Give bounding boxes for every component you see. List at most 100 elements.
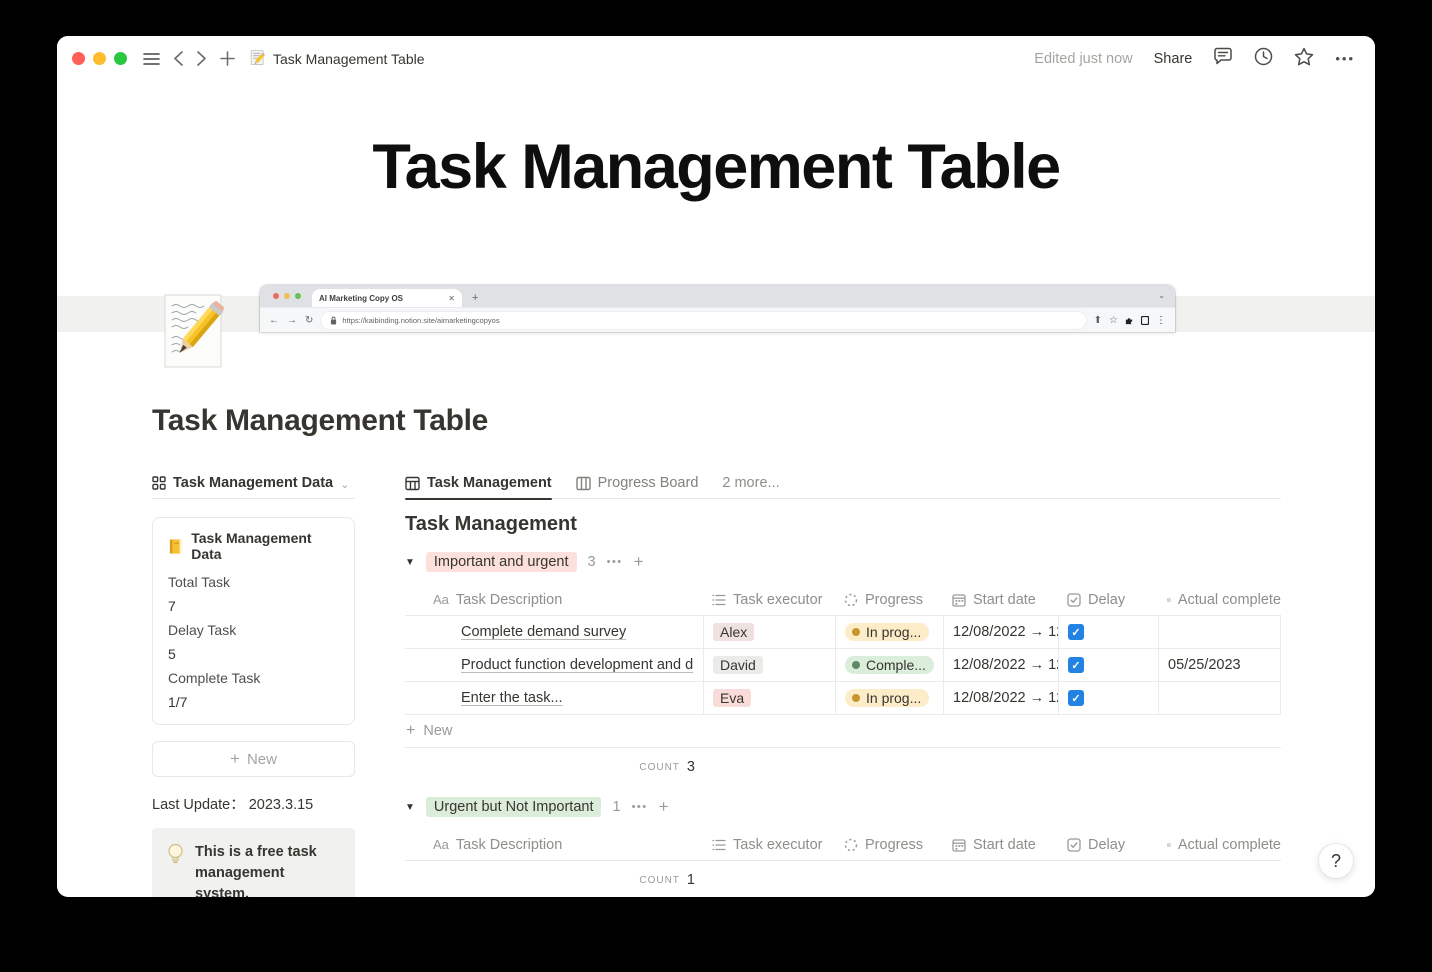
status-dot <box>852 661 860 669</box>
extension-icon <box>1125 317 1133 324</box>
count-row[interactable]: COUNT 1 <box>405 866 703 894</box>
group-options-icon[interactable]: ••• <box>607 556 623 568</box>
status-dot <box>852 694 860 702</box>
profile-icon <box>1141 315 1149 325</box>
browser-url: https://kaibinding.notion.site/aimarketi… <box>342 315 500 325</box>
window-controls <box>72 52 127 65</box>
start-date-value[interactable]: 12/08/2022 → 12 <box>943 682 1058 714</box>
breadcrumb[interactable]: Task Management Table <box>249 49 425 69</box>
tab-more-views[interactable]: 2 more... <box>722 468 779 499</box>
table-row[interactable]: Enter the task... Eva In prog... 12/08/2… <box>405 682 1281 715</box>
count-row[interactable]: COUNT 3 <box>405 753 703 781</box>
delay-checkbox-checked[interactable]: ✓ <box>1068 690 1084 706</box>
minimize-window-button[interactable] <box>93 52 106 65</box>
count-label: COUNT <box>639 761 680 773</box>
browser-traffic-lights <box>273 293 301 299</box>
group-tag[interactable]: Important and urgent <box>425 552 577 572</box>
checkbox-icon <box>1067 592 1081 607</box>
page-cover: Task Management Table AI Marketing Copy … <box>57 81 1375 368</box>
new-row-button[interactable]: + New <box>405 715 1281 748</box>
executor-tag[interactable]: Eva <box>713 689 752 707</box>
tab-task-management[interactable]: Task Management <box>405 468 552 500</box>
column-actual-complete[interactable]: Actual complete <box>1158 584 1281 615</box>
favorite-star-icon[interactable] <box>1294 47 1314 71</box>
page-icon-memo[interactable] <box>160 292 228 370</box>
column-task-executor[interactable]: Task executor <box>703 584 835 615</box>
group-options-icon[interactable]: ••• <box>632 801 648 813</box>
table-header-row: Aa Task Description Task executor Progres… <box>405 829 1281 861</box>
help-button[interactable]: ? <box>1318 843 1354 879</box>
new-record-button[interactable]: + New <box>152 741 355 777</box>
tab-progress-board[interactable]: Progress Board <box>575 468 698 499</box>
table-row[interactable]: Complete demand survey Alex In prog... 1… <box>405 616 1281 649</box>
status-icon <box>844 593 858 606</box>
start-date-value[interactable]: 12/08/2022 → 12 <box>943 616 1058 648</box>
grid-icon <box>152 476 166 490</box>
group-count: 1 <box>612 799 621 815</box>
progress-status[interactable]: In prog... <box>845 623 930 641</box>
browser-star-icon: ☆ <box>1109 314 1118 326</box>
actual-complete-value[interactable] <box>1158 616 1281 648</box>
count-value: 3 <box>686 759 695 775</box>
app-window: Task Management Table Edited just now Sh… <box>57 36 1375 897</box>
executor-tag[interactable]: David <box>713 656 763 674</box>
calendar-icon <box>952 838 966 852</box>
column-task-executor[interactable]: Task executor <box>703 829 835 860</box>
last-update: Last Update： 2023.3.15 <box>152 793 355 814</box>
column-delay[interactable]: Delay <box>1058 584 1158 615</box>
forward-icon[interactable] <box>197 51 206 66</box>
executor-tag[interactable]: Alex <box>713 623 755 641</box>
collapse-triangle-icon[interactable]: ▼ <box>405 557 415 568</box>
collapse-triangle-icon[interactable]: ▼ <box>405 802 415 813</box>
tab-chevron-icon: ⌄ <box>1158 291 1165 300</box>
actual-complete-value[interactable]: 05/25/2023 <box>1158 649 1281 681</box>
callout: This is a free task management system. <box>152 828 355 897</box>
zoom-window-button[interactable] <box>114 52 127 65</box>
column-task-description[interactable]: Aa Task Description <box>405 829 703 860</box>
status-dot <box>852 628 860 636</box>
task-title: Product function development and d <box>461 657 694 673</box>
stats-card[interactable]: Task Management Data Total Task 7 Delay … <box>152 517 355 725</box>
column-progress[interactable]: Progress <box>835 584 943 615</box>
list-icon <box>712 594 726 605</box>
text-type-icon: Aa <box>433 837 449 852</box>
status-icon <box>844 838 858 851</box>
more-options-icon[interactable]: ••• <box>1335 51 1355 66</box>
bulb-icon <box>168 843 183 864</box>
stat-label: Complete Task <box>168 670 261 686</box>
progress-status[interactable]: In prog... <box>845 689 930 707</box>
close-window-button[interactable] <box>72 52 85 65</box>
share-button[interactable]: Share <box>1154 51 1193 67</box>
browser-forward-icon: → <box>287 314 297 326</box>
table-row[interactable]: Product function development and d David… <box>405 649 1281 682</box>
group-add-icon[interactable]: + <box>634 552 644 572</box>
column-start-date[interactable]: Start date <box>943 829 1058 860</box>
browser-tab: AI Marketing Copy OS ✕ <box>312 289 462 307</box>
page-title: Task Management Table <box>152 404 489 437</box>
menu-icon[interactable] <box>143 52 160 66</box>
group-header-urgent-not-important: ▼ Urgent but Not Important 1 ••• + <box>405 797 1281 817</box>
data-source-select[interactable]: Task Management Data ⌄ <box>152 468 355 499</box>
delay-checkbox-checked[interactable]: ✓ <box>1068 624 1084 640</box>
calendar-icon <box>952 593 966 607</box>
browser-tab-title: AI Marketing Copy OS <box>319 293 404 303</box>
comments-icon[interactable] <box>1213 47 1233 71</box>
column-task-description[interactable]: Aa Task Description <box>405 584 703 615</box>
new-tab-icon[interactable] <box>220 51 235 66</box>
history-icon[interactable] <box>1254 47 1273 71</box>
start-date-value[interactable]: 12/08/2022 → 12 <box>943 649 1058 681</box>
column-actual-complete[interactable]: Actual complete <box>1158 829 1281 860</box>
chevron-down-icon: ⌄ <box>340 478 350 491</box>
actual-complete-value[interactable] <box>1158 682 1281 714</box>
delay-checkbox-checked[interactable]: ✓ <box>1068 657 1084 673</box>
group-tag[interactable]: Urgent but Not Important <box>425 797 602 817</box>
browser-back-icon: ← <box>269 314 279 326</box>
column-progress[interactable]: Progress <box>835 829 943 860</box>
group-add-icon[interactable]: + <box>659 797 669 817</box>
task-table-2: Aa Task Description Task executor Progres… <box>405 829 1281 894</box>
column-start-date[interactable]: Start date <box>943 584 1058 615</box>
group-header-important-urgent: ▼ Important and urgent 3 ••• + <box>405 552 1281 572</box>
progress-status[interactable]: Comple... <box>845 656 934 674</box>
column-delay[interactable]: Delay <box>1058 829 1158 860</box>
back-icon[interactable] <box>174 51 183 66</box>
